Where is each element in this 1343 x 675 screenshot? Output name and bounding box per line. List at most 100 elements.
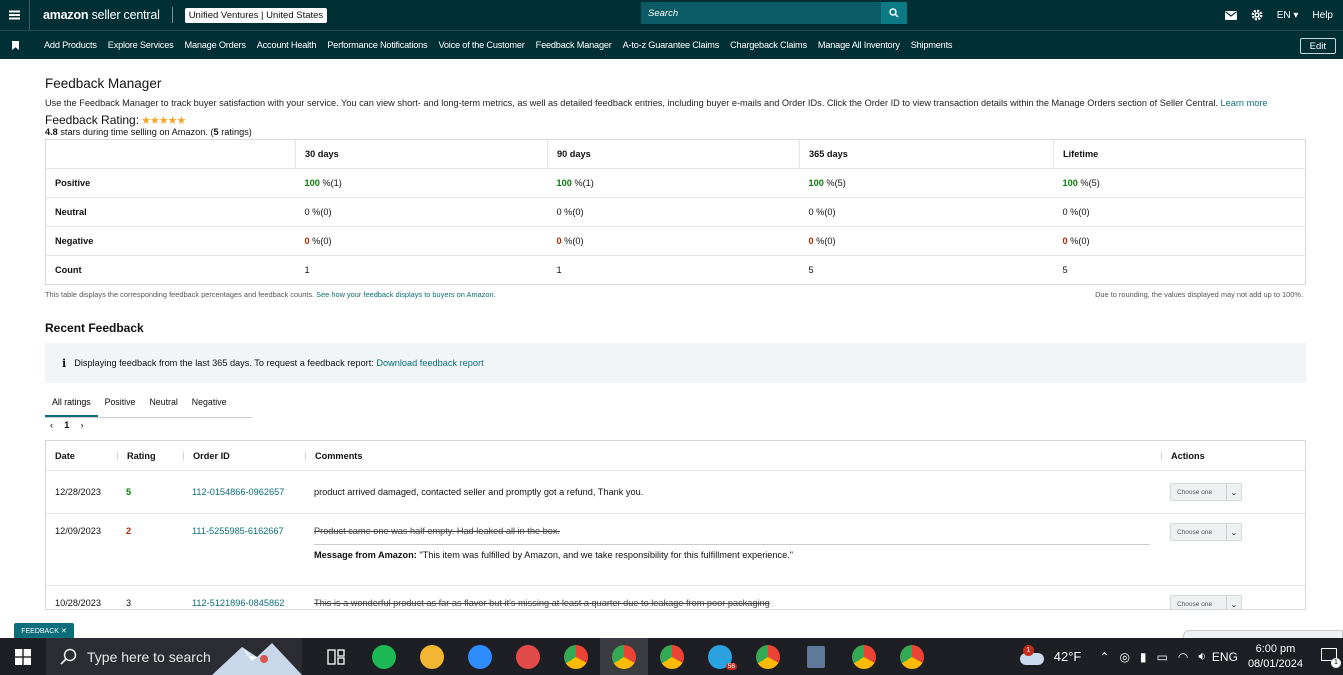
tab-all-ratings[interactable]: All ratings <box>45 397 98 417</box>
logo-divider <box>171 7 173 23</box>
nav-items: Add Products Explore Services Manage Ord… <box>44 40 953 50</box>
actions-dropdown[interactable]: Choose one ⌄ <box>1170 483 1242 501</box>
menu-icon[interactable] <box>0 0 30 30</box>
taskbar-apps: 56 <box>312 638 936 675</box>
battery-icon[interactable]: ▭ <box>1157 650 1168 664</box>
calculator-icon[interactable] <box>792 638 840 675</box>
chrome-profile-r-icon[interactable] <box>888 638 936 675</box>
nav-account-health[interactable]: Account Health <box>257 40 317 50</box>
mail-icon[interactable] <box>1224 10 1237 20</box>
order-id-link[interactable]: 111-5255985-6162667 <box>192 526 284 536</box>
nav-performance-notifications[interactable]: Performance Notifications <box>327 40 427 50</box>
nav-feedback-manager[interactable]: Feedback Manager <box>536 40 612 50</box>
spotify-icon[interactable] <box>360 638 408 675</box>
star-rating-icons: ★★★★★ <box>141 114 186 127</box>
emoji-app-icon[interactable] <box>408 638 456 675</box>
chrome-profile-m-icon[interactable] <box>600 638 648 675</box>
account-switcher[interactable]: Unified Ventures | United States <box>184 7 328 23</box>
weather-widget[interactable]: 1 42°F <box>1019 644 1081 665</box>
nav-manage-orders[interactable]: Manage Orders <box>185 40 246 50</box>
top-bar: amazon seller central Unified Ventures |… <box>0 0 1343 30</box>
nav-add-products[interactable]: Add Products <box>44 40 97 50</box>
amazon-message: Message from Amazon: "This item was fulf… <box>314 544 1150 560</box>
nav-bar: Add Products Explore Services Manage Ord… <box>0 30 1343 59</box>
nav-chargeback-claims[interactable]: Chargeback Claims <box>730 40 807 50</box>
input-language[interactable]: ENG <box>1212 650 1238 664</box>
summary-notes: This table displays the corresponding fe… <box>45 290 1303 299</box>
summary-header-row: 30 days 90 days 365 days Lifetime <box>46 139 1306 169</box>
chevron-down-icon: ⌄ <box>1226 596 1241 609</box>
tray-icons: ⌃ ◎ ▮ ▭ ◠ 🔉︎ <box>1099 649 1206 664</box>
edit-nav-button[interactable]: Edit <box>1299 38 1336 54</box>
learn-more-link[interactable]: Learn more <box>1221 98 1268 108</box>
page-number[interactable]: 1 <box>64 420 69 431</box>
prev-page-icon[interactable]: ‹ <box>50 420 53 431</box>
search-box <box>641 2 907 24</box>
feedback-summary-table: 30 days 90 days 365 days Lifetime Positi… <box>45 139 1306 285</box>
chrome-profile-s-icon[interactable] <box>840 638 888 675</box>
seller-central-logo[interactable]: amazon seller central <box>43 8 160 22</box>
wifi-icon[interactable]: ◠ <box>1178 650 1188 664</box>
see-how-feedback-displays-link[interactable]: See how your feedback displays to buyers… <box>316 290 496 299</box>
rating-summary: 4.8 stars during time selling on Amazon.… <box>45 127 252 137</box>
nav-voice-of-customer[interactable]: Voice of the Customer <box>438 40 524 50</box>
system-tray: 1 42°F ⌃ ◎ ▮ ▭ ◠ 🔉︎ ENG 6:00 pm 08/01/20… <box>1019 638 1343 675</box>
notification-icon[interactable]: 1 <box>1321 647 1341 668</box>
rating-filter-tabs: All ratings Positive Neutral Negative <box>45 397 252 418</box>
chrome-profile-l-icon[interactable] <box>744 638 792 675</box>
search-icon <box>60 648 77 665</box>
top-right-controls: EN ▾ Help <box>1224 0 1333 30</box>
info-banner: i Displaying feedback from the last 365 … <box>45 343 1306 383</box>
summary-row-positive: Positive 100 %(1) 100 %(1) 100 %(5) 100 … <box>45 168 1306 198</box>
page-description: Use the Feedback Manager to track buyer … <box>45 98 1268 108</box>
tab-neutral[interactable]: Neutral <box>142 397 184 417</box>
language-selector[interactable]: EN ▾ <box>1277 10 1299 21</box>
volume-icon[interactable]: 🔉︎ <box>1198 649 1206 664</box>
chevron-down-icon: ⌄ <box>1226 524 1241 540</box>
snipping-tool-icon[interactable] <box>504 638 552 675</box>
microphone-icon[interactable]: ▮ <box>1140 650 1147 664</box>
search-button[interactable] <box>881 2 907 24</box>
feedback-tab-button[interactable]: FEEDBACK ✕ <box>14 623 74 638</box>
nav-explore-services[interactable]: Explore Services <box>108 40 174 50</box>
windows-start-icon[interactable] <box>0 648 46 665</box>
search-icon <box>889 8 899 18</box>
table-row: 10/28/2023 3 112-5121896-0845862 This is… <box>46 585 1305 609</box>
help-link[interactable]: Help <box>1312 10 1333 21</box>
chrome-profile-2-icon[interactable] <box>648 638 696 675</box>
page-title: Feedback Manager <box>45 76 162 91</box>
nav-shipments[interactable]: Shipments <box>911 40 953 50</box>
summary-row-neutral: Neutral 0 %(0) 0 %(0) 0 %(0) 0 %(0) <box>45 197 1306 227</box>
chevron-down-icon: ⌄ <box>1226 484 1241 500</box>
search-highlight-illustration <box>212 643 302 675</box>
meet-now-icon[interactable]: ◎ <box>1119 650 1129 664</box>
tab-negative[interactable]: Negative <box>185 397 234 417</box>
info-icon: i <box>62 356 67 370</box>
clock[interactable]: 6:00 pm 08/01/2024 <box>1248 642 1303 672</box>
order-id-link[interactable]: 112-5121896-0845862 <box>192 598 284 608</box>
feedback-rating-heading: Feedback Rating: ★★★★★ <box>45 113 186 127</box>
nav-manage-inventory[interactable]: Manage All Inventory <box>818 40 900 50</box>
order-id-link[interactable]: 112-0154866-0962657 <box>192 487 284 497</box>
gear-icon[interactable] <box>1251 9 1263 21</box>
main-content: Feedback Manager Use the Feedback Manage… <box>45 70 1307 610</box>
bookmark-icon[interactable] <box>0 40 30 50</box>
search-input[interactable] <box>641 2 881 24</box>
windows-taskbar: Type here to search 56 1 42°F ⌃ ◎ ▮ ▭ ◠ … <box>0 638 1343 675</box>
summary-row-negative: Negative 0 %(0) 0 %(0) 0 %(0) 0 %(0) <box>45 226 1306 256</box>
actions-dropdown[interactable]: Choose one ⌄ <box>1170 595 1242 609</box>
download-feedback-report-link[interactable]: Download feedback report <box>376 358 483 368</box>
table-row: 12/09/2023 2 111-5255985-6162667 Product… <box>46 513 1305 585</box>
taskbar-search[interactable]: Type here to search <box>46 638 302 675</box>
summary-row-count: Count 1 1 5 5 <box>45 255 1306 285</box>
pagination: ‹ 1 › <box>50 420 1307 431</box>
telegram-icon[interactable]: 56 <box>696 638 744 675</box>
chrome-icon[interactable] <box>552 638 600 675</box>
chevron-up-icon[interactable]: ⌃ <box>1099 650 1109 664</box>
task-view-icon[interactable] <box>312 638 360 675</box>
next-page-icon[interactable]: › <box>80 420 83 431</box>
actions-dropdown[interactable]: Choose one ⌄ <box>1170 523 1242 541</box>
tab-positive[interactable]: Positive <box>98 397 143 417</box>
nav-a-to-z-claims[interactable]: A-to-z Guarantee Claims <box>623 40 720 50</box>
zoom-icon[interactable] <box>456 638 504 675</box>
